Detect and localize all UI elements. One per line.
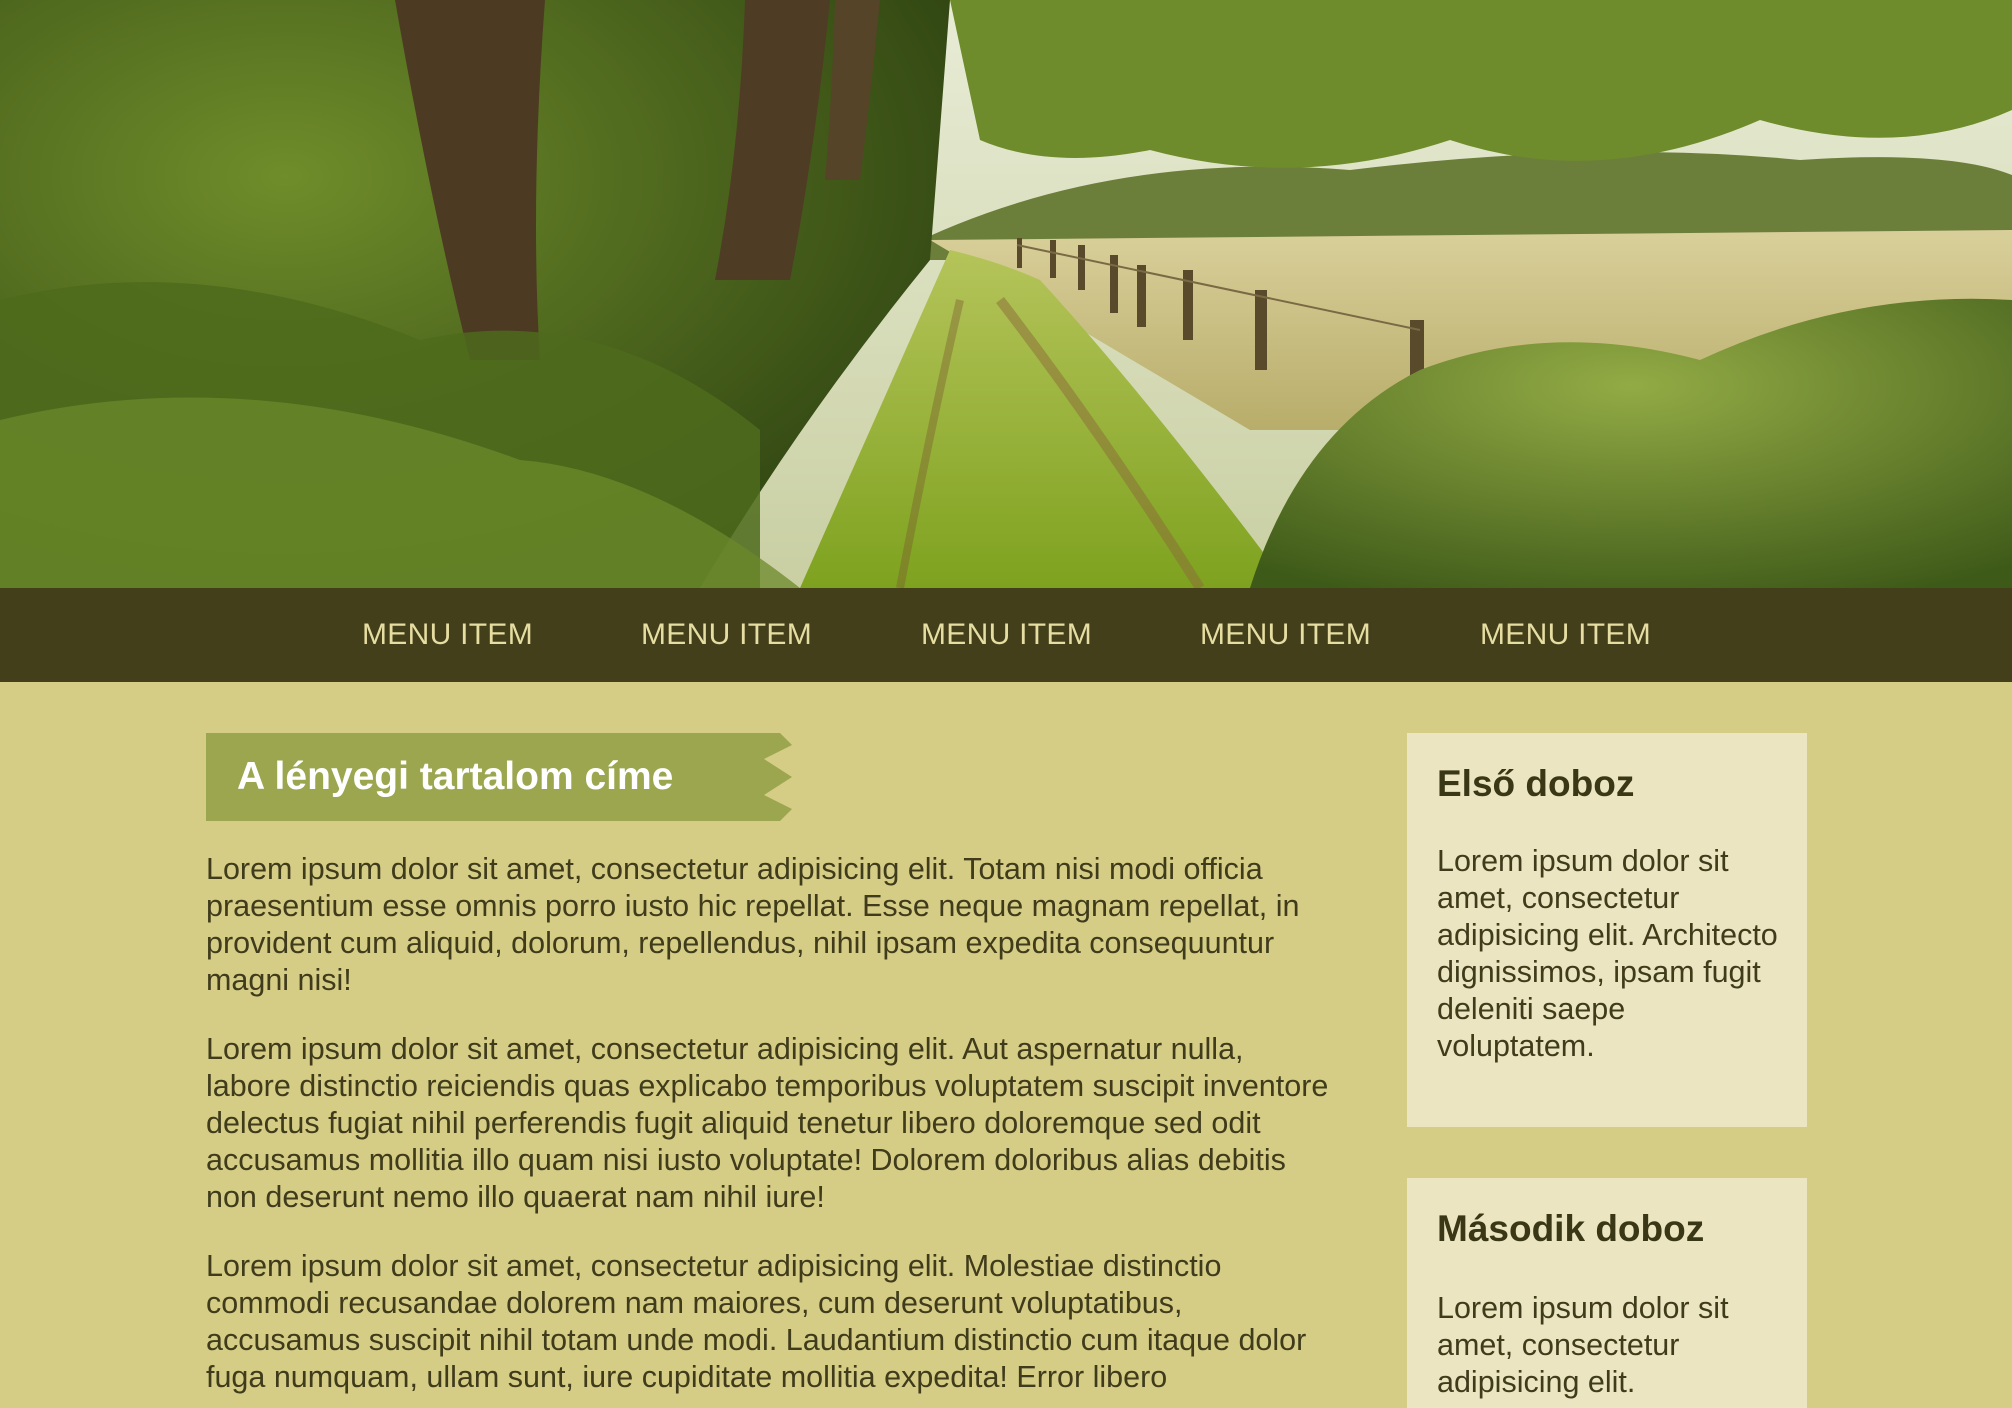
main-navigation: MENU ITEM MENU ITEM MENU ITEM MENU ITEM … xyxy=(0,588,2012,682)
nav-menu-item-3[interactable]: MENU ITEM xyxy=(921,588,1092,682)
main-paragraph-1: Lorem ipsum dolor sit amet, consectetur … xyxy=(206,852,1300,997)
nav-menu-item-5[interactable]: MENU ITEM xyxy=(1480,588,1651,682)
main-paragraph-3: Lorem ipsum dolor sit amet, consectetur … xyxy=(206,1249,1307,1394)
nav-menu-item-2[interactable]: MENU ITEM xyxy=(641,588,812,682)
nav-menu-item-4[interactable]: MENU ITEM xyxy=(1200,588,1371,682)
sidebar-box-first: Első doboz Lorem ipsum dolor sit amet, c… xyxy=(1407,733,1807,1127)
hero-image xyxy=(0,0,2012,588)
main-title: A lényegi tartalom címe xyxy=(237,755,674,798)
sidebar-box-second: Második doboz Lorem ipsum dolor sit amet… xyxy=(1407,1178,1807,1408)
sidebar-box-text: Lorem ipsum dolor sit amet, consectetur … xyxy=(1437,1291,1729,1399)
main-title-ribbon: A lényegi tartalom címe xyxy=(206,733,792,821)
sidebar-box-text: Lorem ipsum dolor sit amet, consectetur … xyxy=(1437,844,1778,1063)
sidebar-box-title: Első doboz xyxy=(1437,763,1635,804)
main-paragraph-2: Lorem ipsum dolor sit amet, consectetur … xyxy=(206,1032,1329,1214)
nav-menu-item-1[interactable]: MENU ITEM xyxy=(362,588,533,682)
sidebar-box-title: Második doboz xyxy=(1437,1208,1705,1249)
